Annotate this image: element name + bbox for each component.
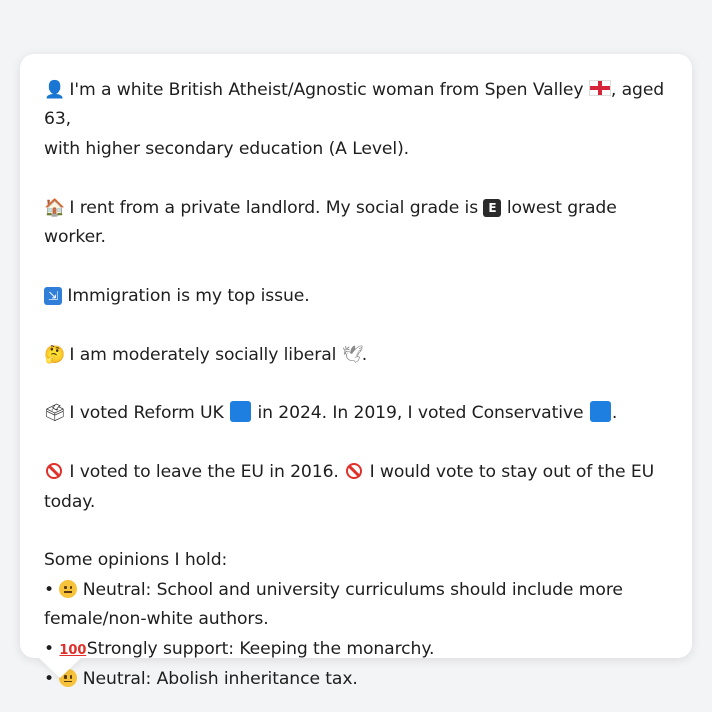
opinions-title: Some opinions I hold: bbox=[44, 550, 228, 571]
bust-in-silhouette-icon: 👤 bbox=[44, 80, 66, 100]
intro-line-1: 👤 I'm a white British Atheist/Agnostic w… bbox=[44, 76, 668, 135]
persona-message-bubble: 👤 I'm a white British Atheist/Agnostic w… bbox=[20, 54, 692, 689]
social-text-a: I am moderately socially liberal bbox=[69, 344, 337, 365]
social-paragraph: 🤔 I am moderately socially liberal 🕊. bbox=[44, 341, 668, 370]
vote-text-b: in 2024. In 2019, I voted Conservative bbox=[257, 403, 584, 424]
thinking-face-icon: 🤔 bbox=[44, 344, 66, 365]
opinion-stance: Neutral: bbox=[82, 579, 152, 600]
intro-text-a: I'm a white British Atheist/Agnostic wom… bbox=[69, 80, 584, 100]
housing-paragraph: 🏠 I rent from a private landlord. My soc… bbox=[44, 194, 668, 253]
eu-paragraph: I voted to leave the EU in 2016. I would… bbox=[44, 458, 668, 517]
opinion-stance: Neutral: bbox=[82, 669, 152, 690]
opinion-text: School and university curriculums should… bbox=[156, 579, 623, 600]
conservative-color-swatch bbox=[589, 401, 611, 423]
no-entry-icon bbox=[346, 463, 363, 480]
opinion-item: • Neutral: Abolish inheritance tax. bbox=[44, 665, 668, 694]
eu-text-b: I would vote to stay out of the EU bbox=[369, 462, 655, 483]
intro-line-2: with higher secondary education (A Level… bbox=[44, 138, 410, 159]
neutral-face-icon bbox=[59, 579, 78, 598]
opinion-text: Keeping the monarchy. bbox=[239, 638, 435, 659]
opinions-paragraph: Some opinions I hold: • Neutral: School … bbox=[44, 546, 668, 694]
issue-text: Immigration is my top issue. bbox=[67, 285, 310, 306]
ballot-box-icon: 🗳 bbox=[44, 403, 66, 424]
bullet: • bbox=[44, 579, 55, 600]
opinion-text-continued: female/non-white authors. bbox=[44, 609, 269, 630]
bubble-tail bbox=[39, 658, 81, 678]
vote-text-a: I voted Reform UK bbox=[69, 403, 224, 424]
vote-text-c: . bbox=[611, 403, 618, 424]
vote-paragraph: 🗳 I voted Reform UK in 2024. In 2019, I … bbox=[44, 399, 668, 428]
reform-color-swatch bbox=[230, 401, 252, 423]
housing-text-a: I rent from a private landlord. My socia… bbox=[69, 197, 479, 218]
opinion-stance: Strongly support: bbox=[86, 638, 234, 659]
opinion-item: • Neutral: School and university curricu… bbox=[44, 576, 668, 605]
eu-line-1: I voted to leave the EU in 2016. I would… bbox=[44, 458, 668, 487]
dove-icon: 🕊 bbox=[341, 344, 364, 365]
immigration-icon: ⇲ bbox=[44, 286, 62, 305]
house-icon: 🏠 bbox=[44, 197, 66, 218]
no-entry-icon bbox=[46, 463, 62, 480]
opinion-text: Abolish inheritance tax. bbox=[156, 669, 358, 690]
intro-paragraph: 👤 I'm a white British Atheist/Agnostic w… bbox=[44, 76, 668, 164]
england-flag-icon bbox=[588, 80, 611, 96]
bullet: • bbox=[44, 638, 55, 659]
issue-paragraph: ⇲ Immigration is my top issue. bbox=[44, 282, 668, 311]
eu-line-2: today. bbox=[44, 491, 96, 512]
opinion-item: • 100 Strongly support: Keeping the mona… bbox=[44, 635, 668, 665]
grade-e-badge: E bbox=[483, 198, 502, 217]
social-text-b: . bbox=[361, 344, 368, 365]
eu-text-a: I voted to leave the EU in 2016. bbox=[69, 462, 339, 483]
